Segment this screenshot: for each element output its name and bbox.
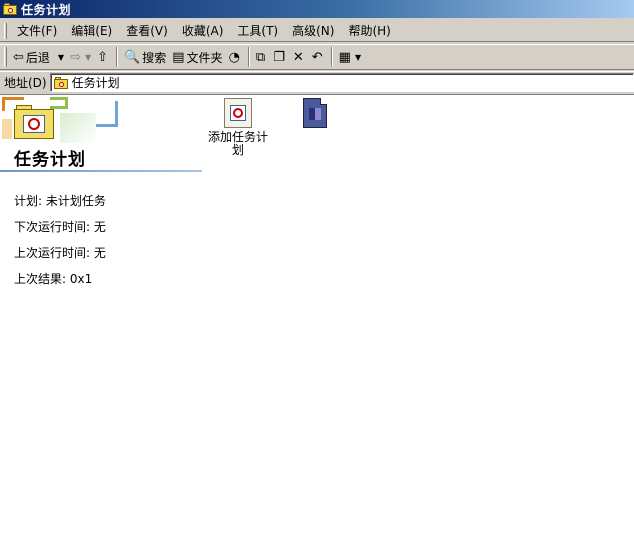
forward-arrow-icon: ⇨ — [70, 49, 81, 65]
history-icon: ◔ — [228, 49, 240, 65]
undo-icon: ↶ — [311, 49, 323, 65]
folder-content[interactable]: 任务计划 计划: 未计划任务 下次运行时间: 无 上次运行时间: 无 上次结果:… — [0, 94, 634, 551]
address-input[interactable]: 任务计划 — [49, 73, 634, 92]
folders-icon: ▤ — [172, 49, 185, 65]
toolbar: ⇦ 后退 ▼ ⇨ ▼ ⇧ 🔍 搜索 ▤ 文件夹 ◔ ⧉ ❐ ✕ ↶ ▦ ▼ — [0, 44, 634, 70]
menu-edit[interactable]: 编辑(E) — [64, 22, 119, 40]
menu-view[interactable]: 查看(V) — [119, 22, 175, 40]
folders-label: 文件夹 — [186, 50, 223, 65]
add-scheduled-task-item[interactable]: 添加任务计划 — [203, 98, 273, 157]
menu-grip[interactable] — [4, 23, 7, 39]
scheduled-tasks-folder-icon — [14, 105, 54, 139]
folders-button[interactable]: ▤ 文件夹 — [169, 46, 225, 68]
address-bar: 地址(D) 任务计划 — [0, 71, 634, 93]
toolbar-separator — [116, 47, 119, 67]
search-button[interactable]: 🔍 搜索 — [121, 46, 169, 68]
copy-to-button[interactable]: ❐ — [270, 46, 290, 68]
address-value: 任务计划 — [71, 76, 120, 90]
dropdown-arrow-icon: ▼ — [57, 52, 65, 62]
back-label: 后退 — [25, 50, 50, 65]
menu-help[interactable]: 帮助(H) — [341, 22, 397, 40]
move-to-button[interactable]: ⧉ — [253, 46, 270, 68]
last-result-info: 上次结果: 0x1 — [14, 272, 93, 286]
banner-divider — [0, 170, 202, 172]
panel-title: 任务计划 — [14, 150, 86, 170]
move-to-icon: ⧉ — [255, 49, 266, 65]
copy-to-icon: ❐ — [273, 49, 285, 65]
views-icon: ▦ — [338, 49, 351, 65]
views-button[interactable]: ▦ ▼ — [336, 46, 364, 68]
file-label: 添加任务计划 — [207, 130, 268, 157]
toolbar-separator — [247, 47, 250, 67]
scheduled-task-icon — [303, 98, 327, 128]
scheduled-tasks-folder-icon — [3, 3, 17, 15]
toolbar-grip[interactable] — [4, 47, 7, 67]
add-scheduled-task-icon — [224, 98, 252, 128]
address-label: 地址(D) — [4, 76, 47, 90]
dropdown-arrow-icon: ▼ — [84, 52, 92, 62]
back-dropdown-button[interactable]: ▼ — [53, 46, 67, 68]
dropdown-arrow-icon: ▼ — [354, 52, 362, 62]
delete-icon: ✕ — [292, 49, 304, 65]
up-folder-button[interactable]: ⇧ — [94, 46, 113, 68]
back-arrow-icon: ⇦ — [13, 49, 24, 65]
search-label: 搜索 — [142, 50, 167, 65]
banner-decoration — [2, 119, 12, 139]
menu-advanced[interactable]: 高级(N) — [285, 22, 341, 40]
toolbar-separator — [330, 47, 333, 67]
menu-favorites[interactable]: 收藏(A) — [175, 22, 231, 40]
window-title: 任务计划 — [21, 2, 72, 17]
next-run-info: 下次运行时间: 无 — [14, 220, 106, 234]
webview-banner: 任务计划 — [0, 95, 202, 172]
scheduled-tasks-folder-icon — [53, 76, 68, 89]
schedule-info: 计划: 未计划任务 — [14, 194, 106, 208]
back-button[interactable]: ⇦ 后退 — [10, 46, 53, 68]
scheduled-task-item[interactable] — [280, 98, 350, 131]
history-button[interactable]: ◔ — [226, 46, 245, 68]
title-bar[interactable]: 任务计划 — [0, 0, 634, 18]
delete-button[interactable]: ✕ — [290, 46, 309, 68]
banner-decoration — [94, 101, 118, 127]
banner-decoration — [60, 113, 96, 143]
search-icon: 🔍 — [124, 49, 141, 65]
menu-bar: 文件(F) 编辑(E) 查看(V) 收藏(A) 工具(T) 高级(N) 帮助(H… — [0, 21, 634, 42]
up-folder-icon: ⇧ — [97, 49, 109, 65]
menu-file[interactable]: 文件(F) — [10, 22, 64, 40]
forward-button[interactable]: ⇨ ▼ — [67, 46, 94, 68]
last-run-info: 上次运行时间: 无 — [14, 246, 106, 260]
menu-tools[interactable]: 工具(T) — [230, 22, 285, 40]
undo-button[interactable]: ↶ — [309, 46, 328, 68]
